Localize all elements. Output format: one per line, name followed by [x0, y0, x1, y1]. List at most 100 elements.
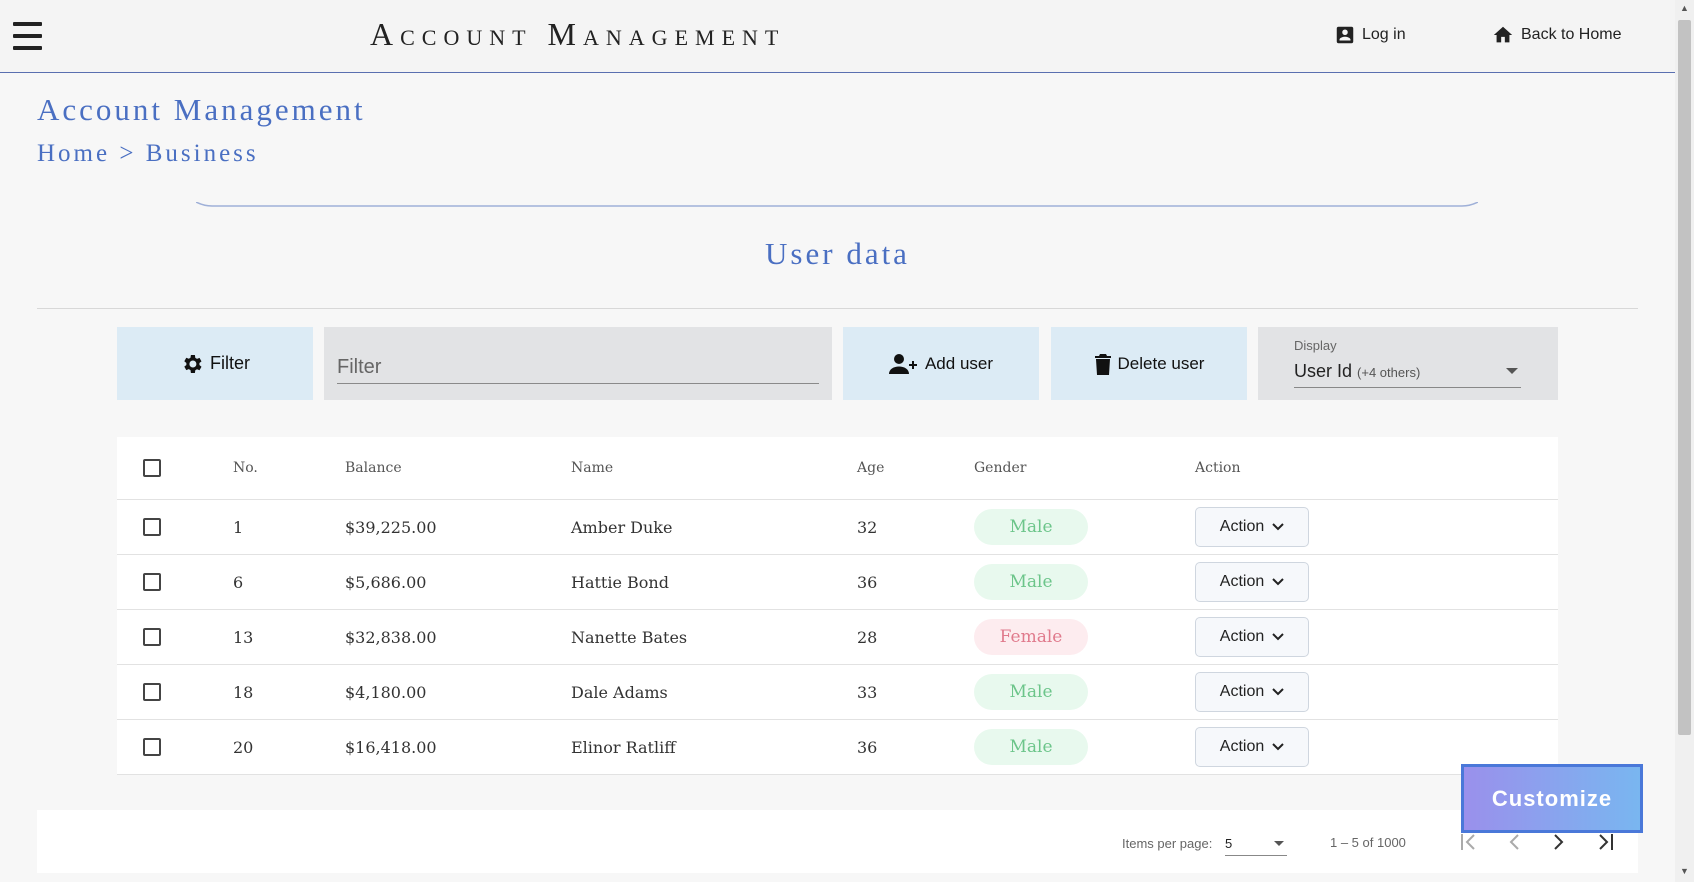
display-value: User Id (+4 others) [1294, 361, 1420, 382]
filter-button[interactable]: Filter [117, 327, 313, 400]
cell-no: 20 [233, 737, 254, 757]
cell-balance: $39,225.00 [345, 517, 437, 537]
cell-gender: Male [974, 665, 1088, 719]
scroll-up-arrow-icon[interactable]: ▲ [1680, 3, 1689, 13]
cell-age: 36 [857, 572, 878, 592]
breadcrumb-current[interactable]: Business [146, 140, 259, 167]
row-checkbox[interactable] [143, 628, 161, 646]
filter-button-label: Filter [210, 353, 250, 373]
cell-balance: $16,418.00 [345, 737, 437, 757]
row-checkbox[interactable] [143, 573, 161, 591]
delete-user-button[interactable]: Delete user [1051, 327, 1247, 400]
cell-name: Elinor Ratliff [571, 737, 676, 757]
row-checkbox[interactable] [143, 683, 161, 701]
row-check-cell [143, 665, 161, 719]
action-label: Action [1219, 628, 1265, 645]
header-age[interactable]: Age [857, 437, 884, 499]
chevron-down-icon [1272, 633, 1284, 641]
action-dropdown-button[interactable]: Action [1195, 727, 1309, 767]
cell-age: 32 [857, 517, 878, 537]
add-user-icon [888, 353, 917, 374]
cell-no: 18 [233, 682, 254, 702]
action-dropdown-button[interactable]: Action [1195, 672, 1309, 712]
cell-gender: Male [974, 500, 1088, 554]
home-icon [1493, 26, 1513, 43]
items-per-page-label: Items per page: [1122, 836, 1213, 851]
page-range: 1 – 5 of 1000 [1330, 835, 1406, 850]
back-home-label: Back to Home [1521, 26, 1622, 43]
account-box-icon [1336, 26, 1354, 44]
breadcrumb-home[interactable]: Home [37, 140, 110, 167]
select-all-cell [143, 437, 161, 499]
paginator: Items per page: 5 1 – 5 of 1000 [37, 810, 1638, 873]
breadcrumb-separator: > [119, 140, 137, 167]
action-label: Action [1219, 683, 1265, 700]
section-title: User data [765, 236, 910, 271]
cell-action: Action [1195, 610, 1309, 664]
chevron-down-icon [1272, 743, 1284, 751]
filter-input[interactable] [337, 352, 819, 384]
header-no[interactable]: No. [233, 437, 258, 499]
table-row: 6 $5,686.00 Hattie Bond 36 Male Action [117, 555, 1558, 610]
gear-icon [184, 354, 202, 373]
cell-action: Action [1195, 555, 1309, 609]
scrollbar-thumb[interactable] [1678, 20, 1691, 735]
chevron-down-icon [1272, 578, 1284, 586]
menu-icon[interactable] [13, 22, 42, 50]
top-bar: Account Management Log in Back to Home [0, 0, 1675, 73]
add-user-button[interactable]: Add user [843, 327, 1039, 400]
select-all-checkbox[interactable] [143, 459, 161, 477]
cell-name: Dale Adams [571, 682, 668, 702]
dropdown-arrow-icon [1506, 368, 1518, 374]
action-label: Action [1219, 518, 1265, 535]
action-dropdown-button[interactable]: Action [1195, 562, 1309, 602]
display-extra: (+4 others) [1357, 365, 1421, 380]
login-label: Log in [1362, 26, 1406, 43]
cell-no: 6 [233, 572, 244, 592]
items-per-page-select[interactable]: 5 [1225, 834, 1287, 856]
cell-age: 36 [857, 737, 878, 757]
back-home-link[interactable]: Back to Home [1491, 24, 1621, 46]
cell-action: Action [1195, 665, 1309, 719]
header-balance[interactable]: Balance [345, 437, 402, 499]
action-dropdown-button[interactable]: Action [1195, 507, 1309, 547]
first-page-icon [1461, 834, 1475, 850]
table-header: No. Balance Name Age Gender Action [117, 437, 1558, 500]
gender-badge: Male [974, 674, 1088, 710]
row-checkbox[interactable] [143, 518, 161, 536]
header-name[interactable]: Name [571, 437, 613, 499]
cell-balance: $5,686.00 [345, 572, 427, 592]
display-select[interactable]: Display User Id (+4 others) [1258, 327, 1558, 400]
items-per-page-value: 5 [1225, 836, 1233, 851]
trash-icon [1094, 353, 1111, 375]
action-dropdown-button[interactable]: Action [1195, 617, 1309, 657]
display-selected-value: User Id [1294, 361, 1353, 381]
cell-name: Amber Duke [571, 517, 673, 537]
cell-age: 28 [857, 627, 878, 647]
chevron-down-icon [1272, 523, 1284, 531]
gender-badge: Male [974, 564, 1088, 600]
user-table: No. Balance Name Age Gender Action 1 $39… [117, 437, 1558, 775]
delete-user-label: Delete user [1117, 353, 1205, 373]
login-link[interactable]: Log in [1334, 24, 1406, 46]
row-checkbox[interactable] [143, 738, 161, 756]
breadcrumb: Home > Business [37, 140, 259, 168]
last-page-icon [1599, 834, 1613, 850]
cell-gender: Male [974, 555, 1088, 609]
row-check-cell [143, 555, 161, 609]
cell-gender: Female [974, 610, 1088, 664]
divider [37, 308, 1638, 309]
row-check-cell [143, 720, 161, 774]
header-gender[interactable]: Gender [974, 437, 1026, 499]
row-check-cell [143, 500, 161, 554]
filter-field [324, 327, 832, 400]
cell-name: Hattie Bond [571, 572, 669, 592]
gender-badge: Male [974, 729, 1088, 765]
cell-no: 1 [233, 517, 244, 537]
row-check-cell [143, 610, 161, 664]
customize-button[interactable]: Customize [1461, 764, 1643, 833]
table-row: 20 $16,418.00 Elinor Ratliff 36 Male Act… [117, 720, 1558, 775]
scroll-down-arrow-icon[interactable]: ▼ [1680, 866, 1689, 876]
cell-balance: $32,838.00 [345, 627, 437, 647]
cell-action: Action [1195, 500, 1309, 554]
